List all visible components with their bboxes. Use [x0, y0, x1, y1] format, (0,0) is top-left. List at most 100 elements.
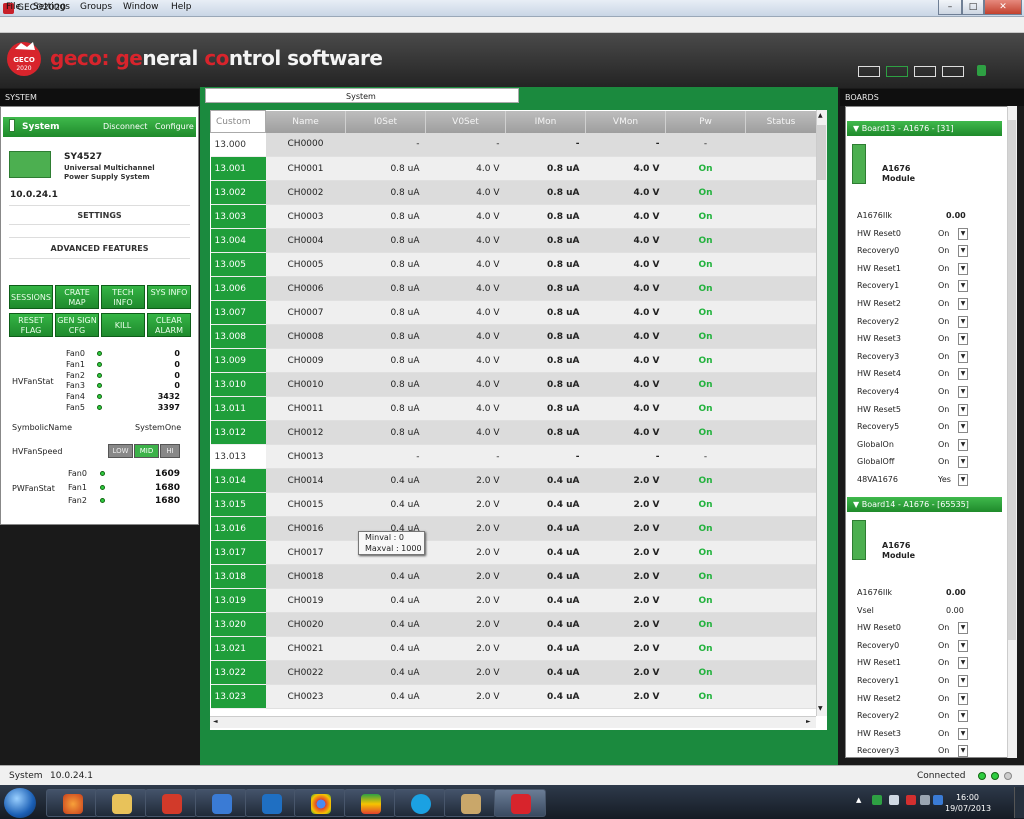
maximize-button[interactable]: □: [962, 0, 984, 15]
channel-id[interactable]: 13.016: [210, 516, 266, 541]
table-row[interactable]: 13.009 CH0009 0.8 uA 4.0 V 0.8 uA 4.0 V On: [210, 348, 817, 373]
scroll-up-icon[interactable]: ▲: [818, 112, 823, 119]
dropdown-arrow-icon[interactable]: ▼: [958, 639, 968, 652]
dropdown-arrow-icon[interactable]: ▼: [958, 622, 968, 635]
channel-id[interactable]: 13.018: [210, 564, 266, 589]
tray-dropbox-icon[interactable]: [933, 795, 943, 805]
table-row[interactable]: 13.002 CH0002 0.8 uA 4.0 V 0.8 uA 4.0 V On: [210, 180, 817, 205]
column-header-imon[interactable]: IMon: [505, 110, 586, 133]
fan-speed-mid-button[interactable]: MID: [134, 444, 159, 458]
table-row[interactable]: 13.005 CH0005 0.8 uA 4.0 V 0.8 uA 4.0 V On: [210, 252, 817, 277]
channel-i0set[interactable]: 0.4 uA: [345, 612, 426, 637]
channel-id[interactable]: 13.012: [210, 420, 266, 445]
channel-v0set[interactable]: 4.0 V: [425, 420, 506, 445]
channel-id[interactable]: 13.010: [210, 372, 266, 397]
channel-i0set[interactable]: 0.8 uA: [345, 300, 426, 325]
board-param-value[interactable]: On: [938, 352, 949, 361]
board-param-value[interactable]: On: [938, 405, 949, 414]
channel-pw[interactable]: On: [665, 252, 746, 277]
column-header-v0set[interactable]: V0Set: [425, 110, 506, 133]
tab-system[interactable]: System: [205, 88, 519, 103]
channel-i0set[interactable]: 0.8 uA: [345, 420, 426, 445]
channel-i0set[interactable]: 0.4 uA: [345, 636, 426, 661]
channel-id[interactable]: 13.008: [210, 324, 266, 349]
channel-v0set[interactable]: 4.0 V: [425, 228, 506, 253]
board-param-value[interactable]: On: [938, 369, 949, 378]
table-row[interactable]: 13.003 CH0003 0.8 uA 4.0 V 0.8 uA 4.0 V On: [210, 204, 817, 229]
taskbar-thunderbird[interactable]: [195, 789, 247, 817]
channel-i0set[interactable]: 0.8 uA: [345, 324, 426, 349]
channel-id[interactable]: 13.009: [210, 348, 266, 373]
channel-pw[interactable]: -: [665, 444, 746, 469]
channel-v0set[interactable]: 4.0 V: [425, 252, 506, 277]
channel-id[interactable]: 13.017: [210, 540, 266, 565]
channel-id[interactable]: 13.000: [210, 132, 266, 157]
fan-speed-low-button[interactable]: LOW: [108, 444, 133, 458]
column-header-i0set[interactable]: I0Set: [345, 110, 426, 133]
board-param-value[interactable]: On: [938, 422, 949, 431]
channel-v0set[interactable]: 4.0 V: [425, 396, 506, 421]
column-header-vmon[interactable]: VMon: [585, 110, 666, 133]
channel-pw[interactable]: On: [665, 156, 746, 181]
tray-volume-icon[interactable]: [920, 795, 930, 805]
channel-pw[interactable]: On: [665, 324, 746, 349]
dropdown-arrow-icon[interactable]: ▼: [958, 421, 968, 434]
layout-split-icon[interactable]: [914, 66, 936, 77]
taskbar-app2[interactable]: [344, 789, 396, 817]
table-row[interactable]: 13.010 CH0010 0.8 uA 4.0 V 0.8 uA 4.0 V On: [210, 372, 817, 397]
board-param-value[interactable]: On: [938, 387, 949, 396]
channel-i0set[interactable]: -: [345, 444, 426, 469]
custom-column-header[interactable]: Custom: [210, 110, 266, 133]
channel-pw[interactable]: On: [665, 348, 746, 373]
channel-id[interactable]: 13.001: [210, 156, 266, 181]
configure-button[interactable]: Configure: [155, 122, 194, 131]
channel-pw[interactable]: On: [665, 372, 746, 397]
table-row[interactable]: 13.014 CH0014 0.4 uA 2.0 V 0.4 uA 2.0 V On: [210, 468, 817, 493]
table-row[interactable]: 13.023 CH0023 0.4 uA 2.0 V 0.4 uA 2.0 V On: [210, 684, 817, 709]
channel-pw[interactable]: On: [665, 396, 746, 421]
channel-pw[interactable]: On: [665, 612, 746, 637]
table-row[interactable]: 13.016 CH0016 0.4 uA 2.0 V 0.4 uA 2.0 V On: [210, 516, 817, 541]
menu-help[interactable]: Help: [171, 2, 192, 12]
board14-expand-icon[interactable]: ▼: [853, 500, 862, 509]
table-row[interactable]: 13.015 CH0015 0.4 uA 2.0 V 0.4 uA 2.0 V On: [210, 492, 817, 517]
channel-v0set[interactable]: -: [425, 444, 506, 469]
channel-id[interactable]: 13.013: [210, 444, 266, 469]
channel-v0set[interactable]: 2.0 V: [425, 612, 506, 637]
board13-header[interactable]: ▼ Board13 - A1676 - [31]: [847, 121, 1002, 136]
table-row[interactable]: 13.012 CH0012 0.8 uA 4.0 V 0.8 uA 4.0 V On: [210, 420, 817, 445]
reset-flag-button[interactable]: RESET FLAG: [9, 313, 53, 337]
board-param-value[interactable]: On: [938, 746, 949, 755]
scroll-left-icon[interactable]: ◄: [213, 718, 218, 725]
channel-i0set[interactable]: 0.8 uA: [345, 228, 426, 253]
channel-id[interactable]: 13.020: [210, 612, 266, 637]
layout-wide-icon[interactable]: [942, 66, 964, 77]
channel-v0set[interactable]: 4.0 V: [425, 324, 506, 349]
channel-v0set[interactable]: 4.0 V: [425, 156, 506, 181]
board13-expand-icon[interactable]: ▼: [853, 124, 862, 133]
channel-v0set[interactable]: 4.0 V: [425, 180, 506, 205]
show-desktop-button[interactable]: [1014, 787, 1024, 818]
channel-v0set[interactable]: 4.0 V: [425, 372, 506, 397]
taskbar-paint[interactable]: [444, 789, 496, 817]
layout-columns-icon[interactable]: [886, 66, 908, 77]
settings-button[interactable]: SETTINGS: [9, 205, 190, 225]
tray-flag-icon[interactable]: [889, 795, 899, 805]
disconnect-button[interactable]: Disconnect: [103, 122, 147, 131]
channel-id[interactable]: 13.004: [210, 228, 266, 253]
column-header-pw[interactable]: Pw: [665, 110, 746, 133]
channel-id[interactable]: 13.007: [210, 300, 266, 325]
dropdown-arrow-icon[interactable]: ▼: [958, 692, 968, 705]
taskbar-firefox[interactable]: [46, 789, 98, 817]
table-horizontal-scrollbar[interactable]: [210, 716, 816, 728]
dropdown-arrow-icon[interactable]: ▼: [958, 333, 968, 346]
tray-expand-icon[interactable]: ▲: [856, 796, 861, 804]
channel-i0set[interactable]: 0.8 uA: [345, 276, 426, 301]
table-row[interactable]: 13.011 CH0011 0.8 uA 4.0 V 0.8 uA 4.0 V On: [210, 396, 817, 421]
channel-i0set[interactable]: 0.4 uA: [345, 684, 426, 709]
board-param-value[interactable]: On: [938, 729, 949, 738]
kill-button[interactable]: KILL: [101, 313, 145, 337]
taskbar-clock[interactable]: 16:00 19/07/2013: [945, 792, 991, 814]
channel-i0set[interactable]: 0.4 uA: [345, 468, 426, 493]
channel-pw[interactable]: On: [665, 276, 746, 301]
